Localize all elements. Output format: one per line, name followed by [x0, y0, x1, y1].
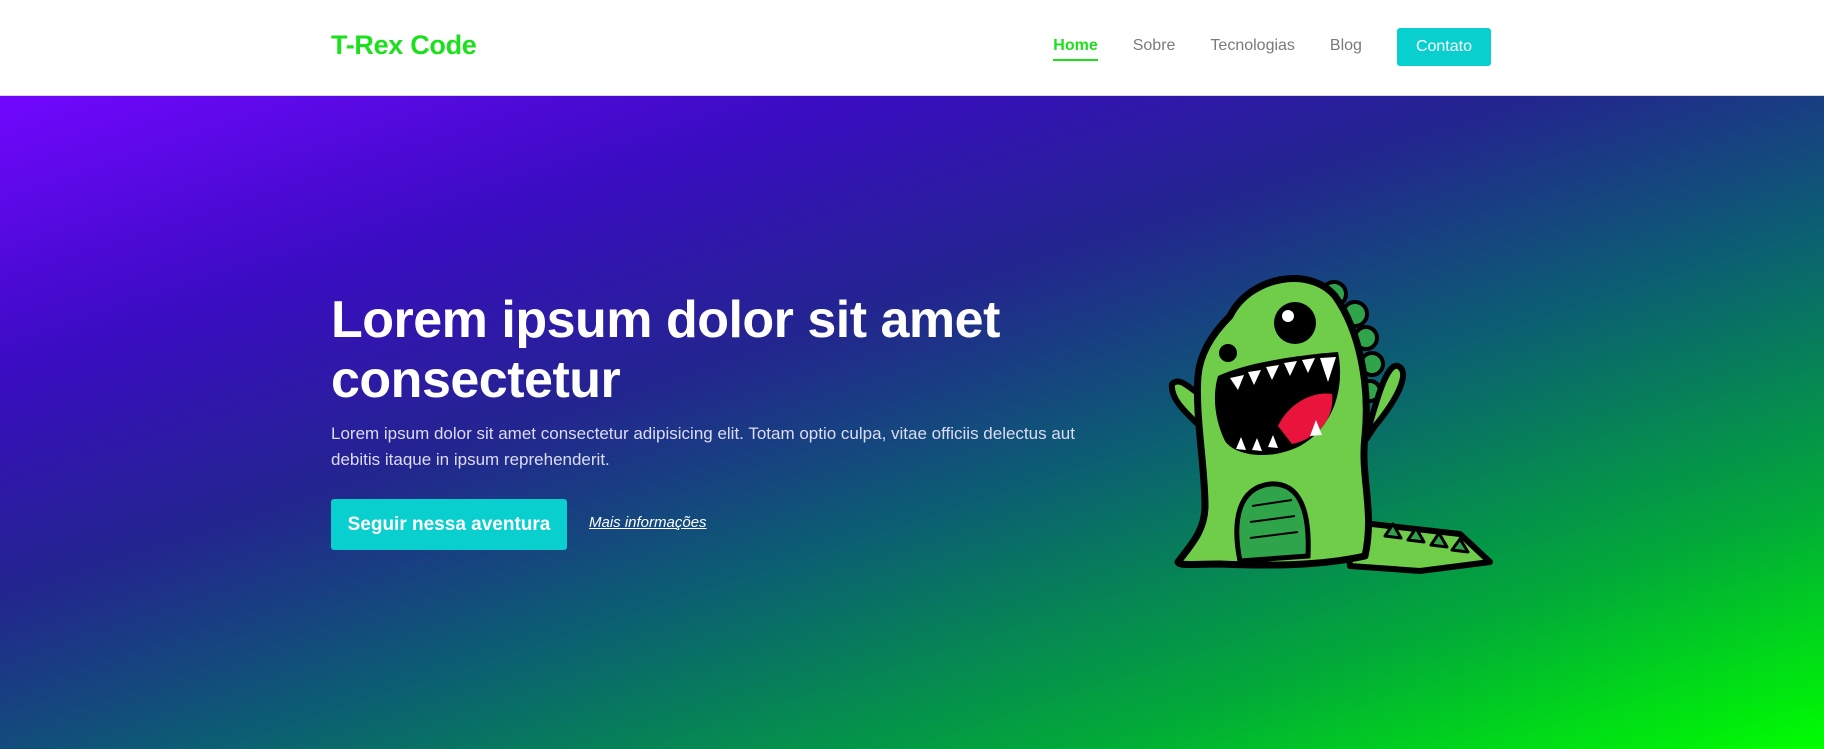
contact-button[interactable]: Contato [1396, 28, 1491, 66]
hero-description: Lorem ipsum dolor sit amet consectetur a… [331, 424, 1075, 469]
nav-item-home[interactable]: Home [1053, 37, 1099, 61]
site-header: T-Rex Code Home Sobre Tecnologias Blog C… [0, 0, 1824, 96]
hero-section: Lorem ipsum dolor sit amet consectetur L… [0, 96, 1824, 749]
dinosaur-illustration [1168, 275, 1493, 574]
hero-title: Lorem ipsum dolor sit amet consectetur [331, 291, 1000, 409]
site-logo[interactable]: T-Rex Code [331, 30, 477, 61]
more-info-link[interactable]: Mais informações [589, 514, 707, 531]
nav-item-tecnologias[interactable]: Tecnologias [1210, 37, 1295, 57]
adventure-button[interactable]: Seguir nessa aventura [331, 499, 567, 550]
nav-item-sobre[interactable]: Sobre [1133, 37, 1176, 57]
main-nav: Home Sobre Tecnologias Blog Contato [1018, 28, 1491, 66]
nav-item-blog[interactable]: Blog [1330, 37, 1362, 57]
